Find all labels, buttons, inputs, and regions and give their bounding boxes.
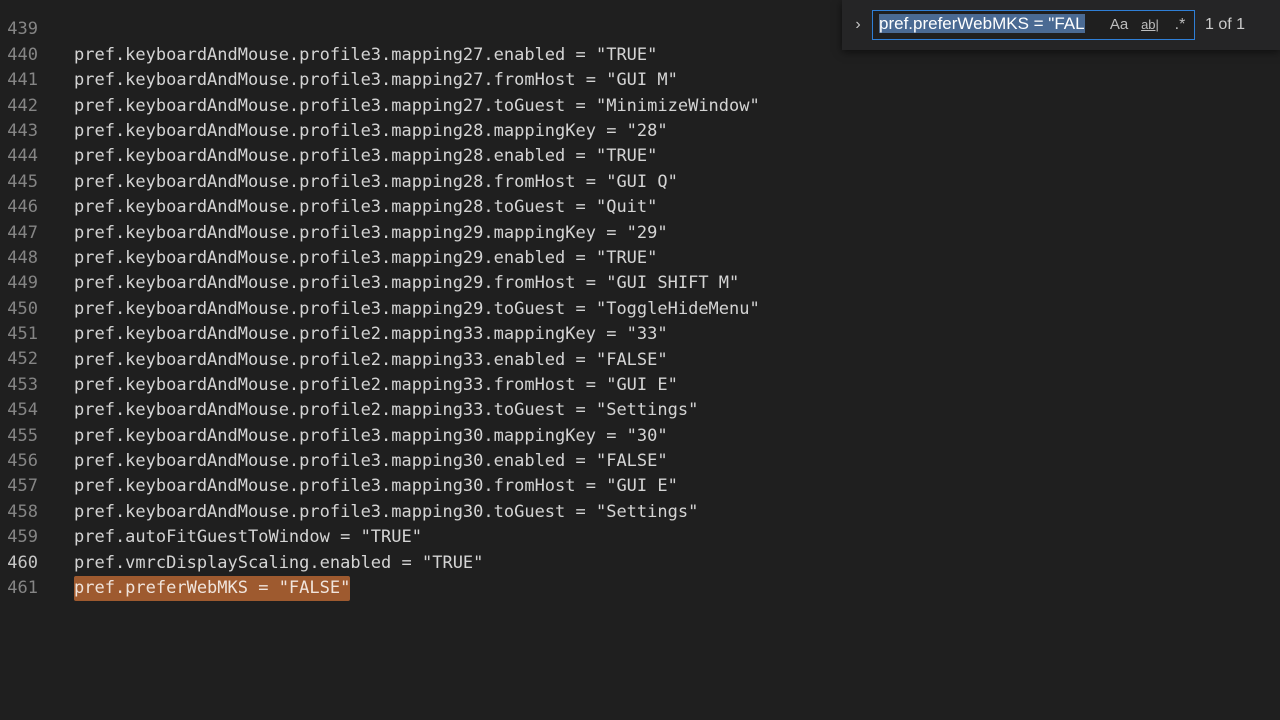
code-line[interactable]: 461 — [0, 551, 1280, 598]
code-line[interactable]: 451 pref.keyboardAndMouse.profile2.mappi… — [0, 297, 1280, 369]
code-line[interactable]: 453 pref.keyboardAndMouse.profile2.mappi… — [0, 347, 1280, 420]
match-count: 1 of 1 — [1205, 16, 1246, 33]
code-editor[interactable]: 439 pref.keyboardAndMouse.profile3.mappi… — [0, 0, 1280, 720]
editor-lines: 439 pref.keyboardAndMouse.profile3.mappi… — [0, 0, 1280, 602]
match-case-icon[interactable]: Aa — [1107, 14, 1131, 36]
code-line[interactable]: 443 pref.keyboardAndMouse.profile3.mappi… — [0, 94, 1280, 166]
code-line[interactable]: 444 pref.keyboardAndMouse.profile3.mappi… — [0, 119, 1280, 191]
code-line[interactable]: 445 pref.keyboardAndMouse.profile3.mappi… — [0, 144, 1280, 217]
whole-word-icon[interactable]: ab| — [1137, 14, 1163, 36]
regex-icon[interactable]: .* — [1169, 14, 1191, 36]
code-line[interactable]: 452 pref.keyboardAndMouse.profile2.mappi… — [0, 322, 1280, 394]
find-input[interactable]: pref.preferWebMKS = "FAL — [877, 14, 1105, 36]
code-line[interactable]: 455 pref.keyboardAndMouse.profile3.mappi… — [0, 398, 1280, 471]
code-line[interactable]: 447 pref.keyboardAndMouse.profile3.mappi… — [0, 195, 1280, 268]
code-line[interactable]: 442 pref.keyboardAndMouse.profile3.mappi… — [0, 68, 1280, 141]
code-line-current[interactable]: 460 pref.preferWebMKS = "FALSE" — [0, 525, 1280, 602]
chevron-right-icon[interactable]: › — [848, 12, 868, 38]
find-input-selected-text: pref.preferWebMKS = "FAL — [879, 14, 1085, 33]
code-line[interactable]: 449 pref.keyboardAndMouse.profile3.mappi… — [0, 246, 1280, 318]
code-line[interactable]: 458 pref.autoFitGuestToWindow = "TRUE" — [0, 474, 1280, 547]
code-line[interactable]: 456 pref.keyboardAndMouse.profile3.mappi… — [0, 424, 1280, 496]
find-input-box[interactable]: pref.preferWebMKS = "FAL Aa ab| .* — [872, 10, 1195, 40]
find-widget: › pref.preferWebMKS = "FAL Aa ab| .* 1 o… — [842, 0, 1280, 50]
code-line[interactable]: 448 pref.keyboardAndMouse.profile3.mappi… — [0, 221, 1280, 293]
code-line[interactable]: 454 pref.keyboardAndMouse.profile3.mappi… — [0, 373, 1280, 445]
line-number: 461 — [7, 578, 38, 598]
code-line[interactable]: 457 pref.keyboardAndMouse.profile3.mappi… — [0, 449, 1280, 521]
code-line[interactable]: 459 pref.vmrcDisplayScaling.enabled = "T… — [0, 500, 1280, 572]
search-match-highlight[interactable]: pref.preferWebMKS = "FALSE" — [74, 576, 351, 602]
code-line[interactable]: 450 pref.keyboardAndMouse.profile2.mappi… — [0, 271, 1280, 344]
code-line[interactable]: 446 pref.keyboardAndMouse.profile3.mappi… — [0, 170, 1280, 242]
